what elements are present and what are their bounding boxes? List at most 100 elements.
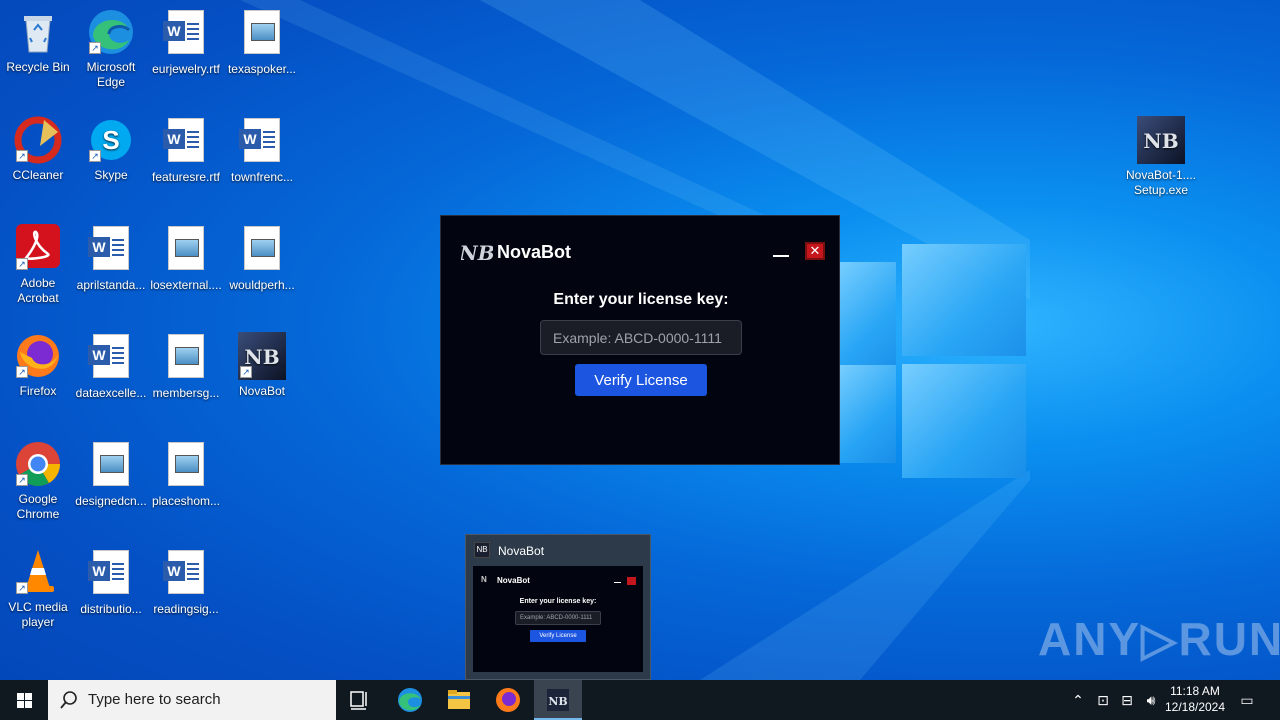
volume-icon[interactable]: 🔊︎ xyxy=(1141,690,1161,710)
clock-time: 11:18 AM xyxy=(1170,684,1220,698)
desktop-icon-aprilstanda[interactable]: W aprilstanda... xyxy=(73,224,149,293)
image-file-icon xyxy=(244,226,280,270)
desktop-icon-placeshom[interactable]: placeshom... xyxy=(148,440,224,509)
svg-text:NB: NB xyxy=(461,241,493,265)
svg-text:S: S xyxy=(102,125,119,155)
novabot-logo-icon: NB xyxy=(458,238,494,266)
desktop-icon-label: texaspoker... xyxy=(227,62,297,76)
desktop-icon-wouldperh[interactable]: wouldperh... xyxy=(224,224,300,293)
chevron-up-icon[interactable]: ⌃ xyxy=(1068,690,1088,710)
search-icon xyxy=(60,691,77,709)
desktop-icon-label: featuresre.rtf xyxy=(151,170,221,184)
taskbar-thumbnail-preview[interactable]: NB NovaBot N NovaBot Enter your license … xyxy=(465,534,651,680)
verify-license-button[interactable]: Verify License xyxy=(575,364,707,396)
windows-wallpaper-logo xyxy=(830,240,1030,480)
image-file-icon xyxy=(168,334,204,378)
ccleaner-icon: ↗ xyxy=(14,116,62,164)
desktop-icon-label: eurjewelry.rtf xyxy=(152,62,220,76)
search-placeholder: Type here to search xyxy=(88,691,221,708)
taskbar-file-explorer-button[interactable] xyxy=(435,680,483,720)
desktop-icon-vlc[interactable]: ↗ VLC media player xyxy=(0,548,76,630)
desktop-icon-dataexcelle[interactable]: W dataexcelle... xyxy=(73,332,149,401)
meet-now-icon[interactable]: ⊡ xyxy=(1093,690,1113,710)
edge-icon xyxy=(398,688,422,712)
desktop-icon-distributio[interactable]: W distributio... xyxy=(73,548,149,617)
desktop-icon-skype[interactable]: S ↗ Skype xyxy=(73,116,149,183)
desktop-icon-label: NovaBot xyxy=(238,384,286,398)
mini-input: Example: ABCD-0000-1111 xyxy=(515,611,601,625)
word-document-icon: W xyxy=(239,118,280,162)
network-icon[interactable]: ⊟ xyxy=(1117,690,1137,710)
firefox-icon: ↗ xyxy=(14,332,62,380)
google-chrome-icon: ↗ xyxy=(14,440,62,488)
desktop-icon-google-chrome[interactable]: ↗ Google Chrome xyxy=(0,440,76,522)
mini-title: NovaBot xyxy=(497,576,530,585)
desktop-icon-readingsig[interactable]: W readingsig... xyxy=(148,548,224,617)
desktop-icon-ccleaner[interactable]: ↗ CCleaner xyxy=(0,116,76,183)
desktop-icon-label: Adobe Acrobat xyxy=(17,276,59,305)
mini-button: Verify License xyxy=(530,630,586,642)
desktop-icon-townfrenc[interactable]: W townfrenc... xyxy=(224,116,300,185)
firefox-icon xyxy=(496,688,520,712)
desktop-icon-label: wouldperh... xyxy=(229,278,295,292)
desktop-icon-recycle-bin[interactable]: Recycle Bin xyxy=(0,8,76,75)
mini-close-icon xyxy=(627,577,636,585)
desktop-icon-designedcn[interactable]: designedcn... xyxy=(73,440,149,509)
desktop-icon-losexternal[interactable]: losexternal.... xyxy=(148,224,224,293)
desktop-icon-label: dataexcelle... xyxy=(75,386,147,400)
svg-text:NB: NB xyxy=(548,695,567,708)
mini-logo-icon: N xyxy=(481,575,487,584)
desktop-icon-label: distributio... xyxy=(80,602,142,616)
desktop-icon-texaspoker[interactable]: texaspoker... xyxy=(224,8,300,77)
image-file-icon xyxy=(168,226,204,270)
preview-window-thumbnail: N NovaBot Enter your license key: Exampl… xyxy=(473,566,643,672)
anyrun-watermark: ANY▷RUN xyxy=(1038,613,1280,665)
edge-icon: ↗ xyxy=(87,8,135,56)
desktop-icon-label: readingsig... xyxy=(153,602,219,616)
desktop-icon-firefox[interactable]: ↗ Firefox xyxy=(0,332,76,399)
svg-text:NB: NB xyxy=(1143,129,1178,153)
mini-minimize-icon xyxy=(614,582,621,583)
word-document-icon: W xyxy=(88,550,129,594)
novabot-small-icon: NB xyxy=(474,542,490,558)
taskbar: Type here to search NB ⌃ ⊡ ⊟ 🔊︎ 11:18 AM… xyxy=(0,680,1280,720)
desktop-icon-label: Google Chrome xyxy=(16,492,60,521)
clock-date: 12/18/2024 xyxy=(1164,700,1226,714)
desktop-icon-adobe-acrobat[interactable]: ↗ Adobe Acrobat xyxy=(0,224,76,306)
desktop-icon-label: losexternal.... xyxy=(150,278,222,292)
desktop-icon-label: NovaBot-1.... Setup.exe xyxy=(1125,168,1197,197)
task-view-icon xyxy=(350,691,367,710)
desktop-icon-microsoft-edge[interactable]: ↗ Microsoft Edge xyxy=(73,8,149,90)
desktop-icon-featuresre[interactable]: W featuresre.rtf xyxy=(148,116,224,185)
novabot-taskbar-icon: NB xyxy=(547,689,569,711)
notification-center-icon[interactable]: ▭ xyxy=(1237,690,1257,710)
desktop-icon-eurjewelry[interactable]: W eurjewelry.rtf xyxy=(148,8,224,77)
clock[interactable]: 11:18 AM 12/18/2024 xyxy=(1162,684,1228,714)
novabot-license-dialog: NB NovaBot ✕ Enter your license key: Ver… xyxy=(440,215,840,465)
folder-icon xyxy=(448,690,470,709)
vlc-cone-icon: ↗ xyxy=(14,548,62,596)
task-view-button[interactable] xyxy=(336,680,384,720)
word-document-icon: W xyxy=(163,10,204,54)
desktop-icon-label: VLC media player xyxy=(8,600,68,629)
minimize-button[interactable] xyxy=(773,240,791,260)
desktop-icon-label: designedcn... xyxy=(75,494,147,508)
desktop-icon-novabot[interactable]: NB ↗ NovaBot xyxy=(224,332,300,399)
start-button[interactable] xyxy=(0,680,48,720)
word-document-icon: W xyxy=(163,118,204,162)
novabot-icon: NB ↗ xyxy=(238,332,286,380)
desktop-icon-label: CCleaner xyxy=(12,168,64,182)
recycle-bin-icon xyxy=(14,8,62,56)
word-document-icon: W xyxy=(88,334,129,378)
desktop-icon-novabot-setup[interactable]: NB NovaBot-1.... Setup.exe xyxy=(1123,116,1199,198)
license-key-input[interactable] xyxy=(540,320,742,355)
taskbar-novabot-button[interactable]: NB xyxy=(534,680,582,720)
taskbar-edge-button[interactable] xyxy=(386,680,434,720)
desktop-icon-label: placeshom... xyxy=(151,494,221,508)
desktop-icon-label: membersg... xyxy=(152,386,220,400)
taskbar-search-box[interactable]: Type here to search xyxy=(48,680,336,720)
taskbar-firefox-button[interactable] xyxy=(484,680,532,720)
desktop-icon-label: Skype xyxy=(94,168,128,182)
desktop-icon-membersg[interactable]: membersg... xyxy=(148,332,224,401)
close-button[interactable]: ✕ xyxy=(805,242,825,260)
